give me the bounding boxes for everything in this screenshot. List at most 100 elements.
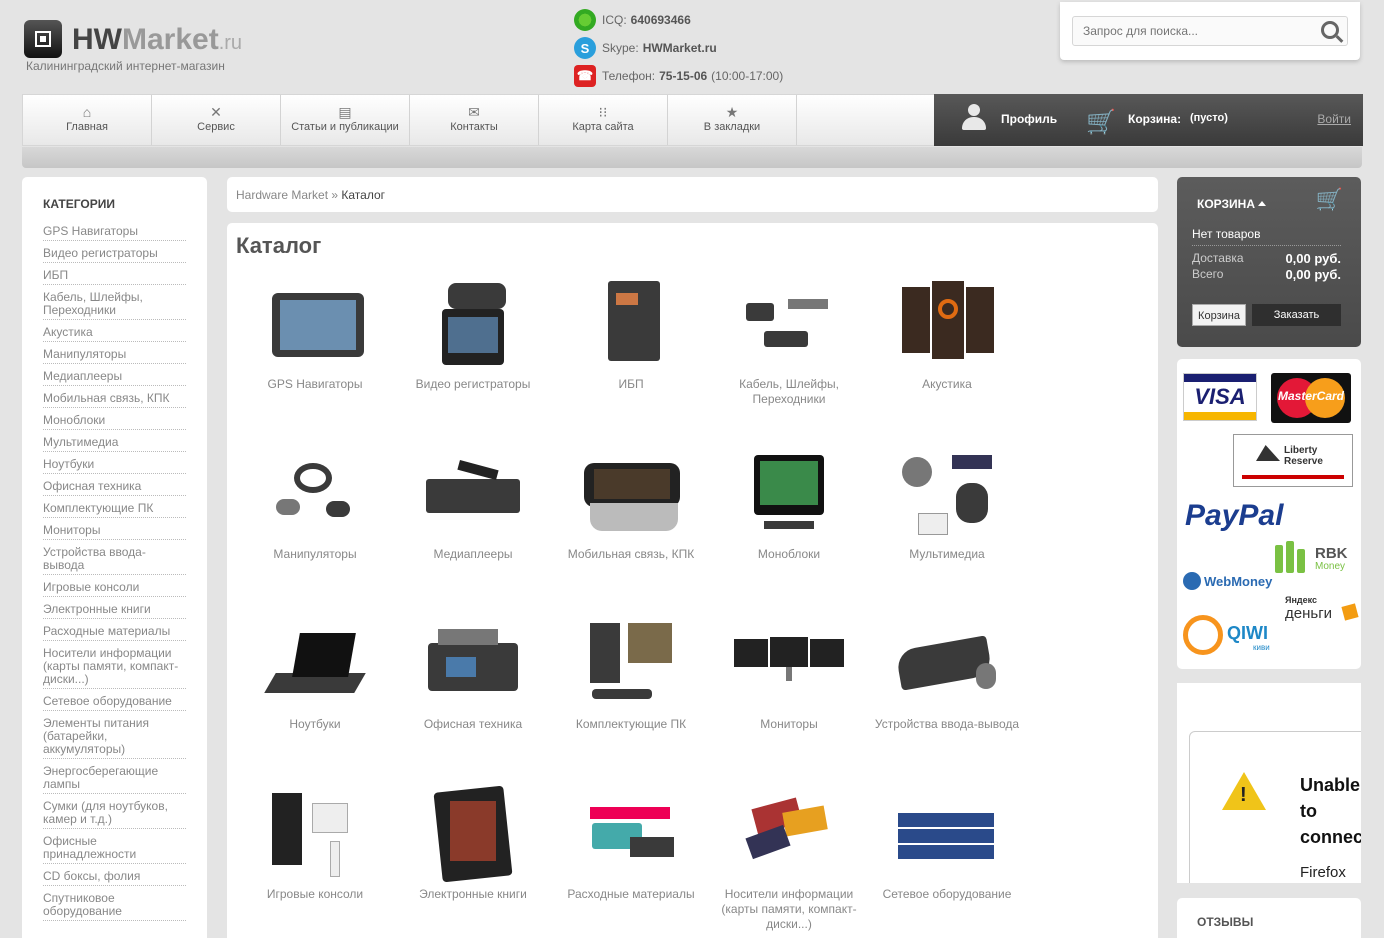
skype-name[interactable]: HWMarket.ru xyxy=(643,41,717,55)
catalog-item-label[interactable]: Медиаплееры xyxy=(393,547,553,562)
catalog-item-label[interactable]: GPS Навигаторы xyxy=(235,377,395,392)
product-image[interactable] xyxy=(418,783,528,883)
cart-icon[interactable]: 🛒 xyxy=(1086,108,1116,137)
product-image[interactable] xyxy=(576,273,686,373)
nav-articles[interactable]: ▤ Статьи и публикации xyxy=(281,95,410,145)
product-image[interactable] xyxy=(892,613,1002,713)
product-image[interactable] xyxy=(418,273,528,373)
category-link[interactable]: Спутниковое оборудование xyxy=(43,892,186,921)
product-image[interactable] xyxy=(260,273,370,373)
catalog-item-label[interactable]: Офисная техника xyxy=(393,717,553,732)
product-image[interactable] xyxy=(734,273,844,373)
catalog-item-label[interactable]: Сетевое оборудование xyxy=(867,887,1027,902)
catalog-item-label[interactable]: Мобильная связь, КПК xyxy=(551,547,711,562)
search-icon[interactable] xyxy=(1321,21,1339,39)
catalog-item[interactable]: Устройства ввода-вывода xyxy=(867,613,1027,732)
product-image[interactable] xyxy=(892,783,1002,883)
breadcrumb-root[interactable]: Hardware Market xyxy=(236,188,328,202)
catalog-item[interactable]: Медиаплееры xyxy=(393,443,553,562)
catalog-item[interactable]: Комплектующие ПК xyxy=(551,613,711,732)
category-link[interactable]: Кабель, Шлейфы, Переходники xyxy=(43,291,186,320)
catalog-item[interactable]: Электронные книги xyxy=(393,783,553,902)
cart-button[interactable]: Корзина xyxy=(1192,304,1246,326)
nav-service[interactable]: ✕ Сервис xyxy=(152,95,281,145)
product-image[interactable] xyxy=(734,783,844,883)
catalog-item[interactable]: Расходные материалы xyxy=(551,783,711,902)
product-image[interactable] xyxy=(892,273,1002,373)
catalog-item[interactable]: ИБП xyxy=(551,273,711,392)
category-link[interactable]: Мобильная связь, КПК xyxy=(43,392,186,408)
category-link[interactable]: Мультимедиа xyxy=(43,436,186,452)
catalog-item-label[interactable]: Акустика xyxy=(867,377,1027,392)
category-link[interactable]: GPS Навигаторы xyxy=(43,225,186,241)
catalog-item[interactable]: Мобильная связь, КПК xyxy=(551,443,711,562)
product-image[interactable] xyxy=(892,443,1002,543)
catalog-item[interactable]: Мультимедиа xyxy=(867,443,1027,562)
category-link[interactable]: Моноблоки xyxy=(43,414,186,430)
catalog-item[interactable]: Носители информации (карты памяти, компа… xyxy=(709,783,869,932)
catalog-item[interactable]: Офисная техника xyxy=(393,613,553,732)
catalog-item[interactable]: Манипуляторы xyxy=(235,443,395,562)
catalog-item-label[interactable]: Электронные книги xyxy=(393,887,553,902)
category-link[interactable]: Медиаплееры xyxy=(43,370,186,386)
catalog-item[interactable]: Игровые консоли xyxy=(235,783,395,902)
catalog-item-label[interactable]: Манипуляторы xyxy=(235,547,395,562)
category-link[interactable]: Расходные материалы xyxy=(43,625,186,641)
category-link[interactable]: ИБП xyxy=(43,269,186,285)
category-link[interactable]: Элементы питания (батарейки, аккумулятор… xyxy=(43,717,186,759)
category-link[interactable]: Комплектующие ПК xyxy=(43,502,186,518)
category-link[interactable]: Мониторы xyxy=(43,524,186,540)
category-link[interactable]: Носители информации (карты памяти, компа… xyxy=(43,647,186,689)
catalog-item-label[interactable]: Комплектующие ПК xyxy=(551,717,711,732)
site-logo[interactable]: HWMarket.ru xyxy=(24,20,242,58)
category-link[interactable]: Сумки (для ноутбуков, камер и т.д.) xyxy=(43,800,186,829)
category-link[interactable]: Энергосберегающие лампы xyxy=(43,765,186,794)
catalog-item-label[interactable]: Ноутбуки xyxy=(235,717,395,732)
catalog-item[interactable]: Видео регистраторы xyxy=(393,273,553,392)
catalog-item[interactable]: Сетевое оборудование xyxy=(867,783,1027,902)
product-image[interactable] xyxy=(418,613,528,713)
search-input[interactable] xyxy=(1073,17,1313,45)
product-image[interactable] xyxy=(576,443,686,543)
order-button[interactable]: Заказать xyxy=(1252,304,1341,326)
product-image[interactable] xyxy=(576,613,686,713)
nav-contacts[interactable]: ✉ Контакты xyxy=(410,95,539,145)
product-image[interactable] xyxy=(418,443,528,543)
catalog-item-label[interactable]: Носители информации (карты памяти, компа… xyxy=(709,887,869,932)
cart-widget-title[interactable]: КОРЗИНА xyxy=(1197,197,1266,211)
catalog-item-label[interactable]: Моноблоки xyxy=(709,547,869,562)
catalog-item[interactable]: Кабель, Шлейфы, Переходники xyxy=(709,273,869,407)
category-link[interactable]: Видео регистраторы xyxy=(43,247,186,263)
profile-link[interactable]: Профиль xyxy=(1001,112,1057,126)
catalog-item-label[interactable]: Расходные материалы xyxy=(551,887,711,902)
nav-home[interactable]: ⌂ Главная xyxy=(23,95,152,145)
catalog-item-label[interactable]: Мультимедиа xyxy=(867,547,1027,562)
category-link[interactable]: Офисные принадлежности xyxy=(43,835,186,864)
category-link[interactable]: Игровые консоли xyxy=(43,581,186,597)
catalog-item[interactable]: GPS Навигаторы xyxy=(235,273,395,392)
product-image[interactable] xyxy=(576,783,686,883)
category-link[interactable]: Электронные книги xyxy=(43,603,186,619)
nav-sitemap[interactable]: ⁝⁝ Карта сайта xyxy=(539,95,668,145)
category-link[interactable]: Сетевое оборудование xyxy=(43,695,186,711)
catalog-item[interactable]: Мониторы xyxy=(709,613,869,732)
category-link[interactable]: Ноутбуки xyxy=(43,458,186,474)
catalog-item-label[interactable]: Игровые консоли xyxy=(235,887,395,902)
catalog-item[interactable]: Ноутбуки xyxy=(235,613,395,732)
category-link[interactable]: Устройства ввода-вывода xyxy=(43,546,186,575)
login-link[interactable]: Войти xyxy=(1317,112,1351,126)
category-link[interactable]: Манипуляторы xyxy=(43,348,186,364)
catalog-item-label[interactable]: Мониторы xyxy=(709,717,869,732)
product-image[interactable] xyxy=(260,783,370,883)
catalog-item[interactable]: Моноблоки xyxy=(709,443,869,562)
catalog-item-label[interactable]: Устройства ввода-вывода xyxy=(867,717,1027,732)
product-image[interactable] xyxy=(734,443,844,543)
catalog-item-label[interactable]: Видео регистраторы xyxy=(393,377,553,392)
category-link[interactable]: Акустика xyxy=(43,326,186,342)
category-link[interactable]: CD боксы, фолия xyxy=(43,870,186,886)
category-link[interactable]: Офисная техника xyxy=(43,480,186,496)
product-image[interactable] xyxy=(260,443,370,543)
product-image[interactable] xyxy=(734,613,844,713)
catalog-item-label[interactable]: Кабель, Шлейфы, Переходники xyxy=(709,377,869,407)
catalog-item-label[interactable]: ИБП xyxy=(551,377,711,392)
